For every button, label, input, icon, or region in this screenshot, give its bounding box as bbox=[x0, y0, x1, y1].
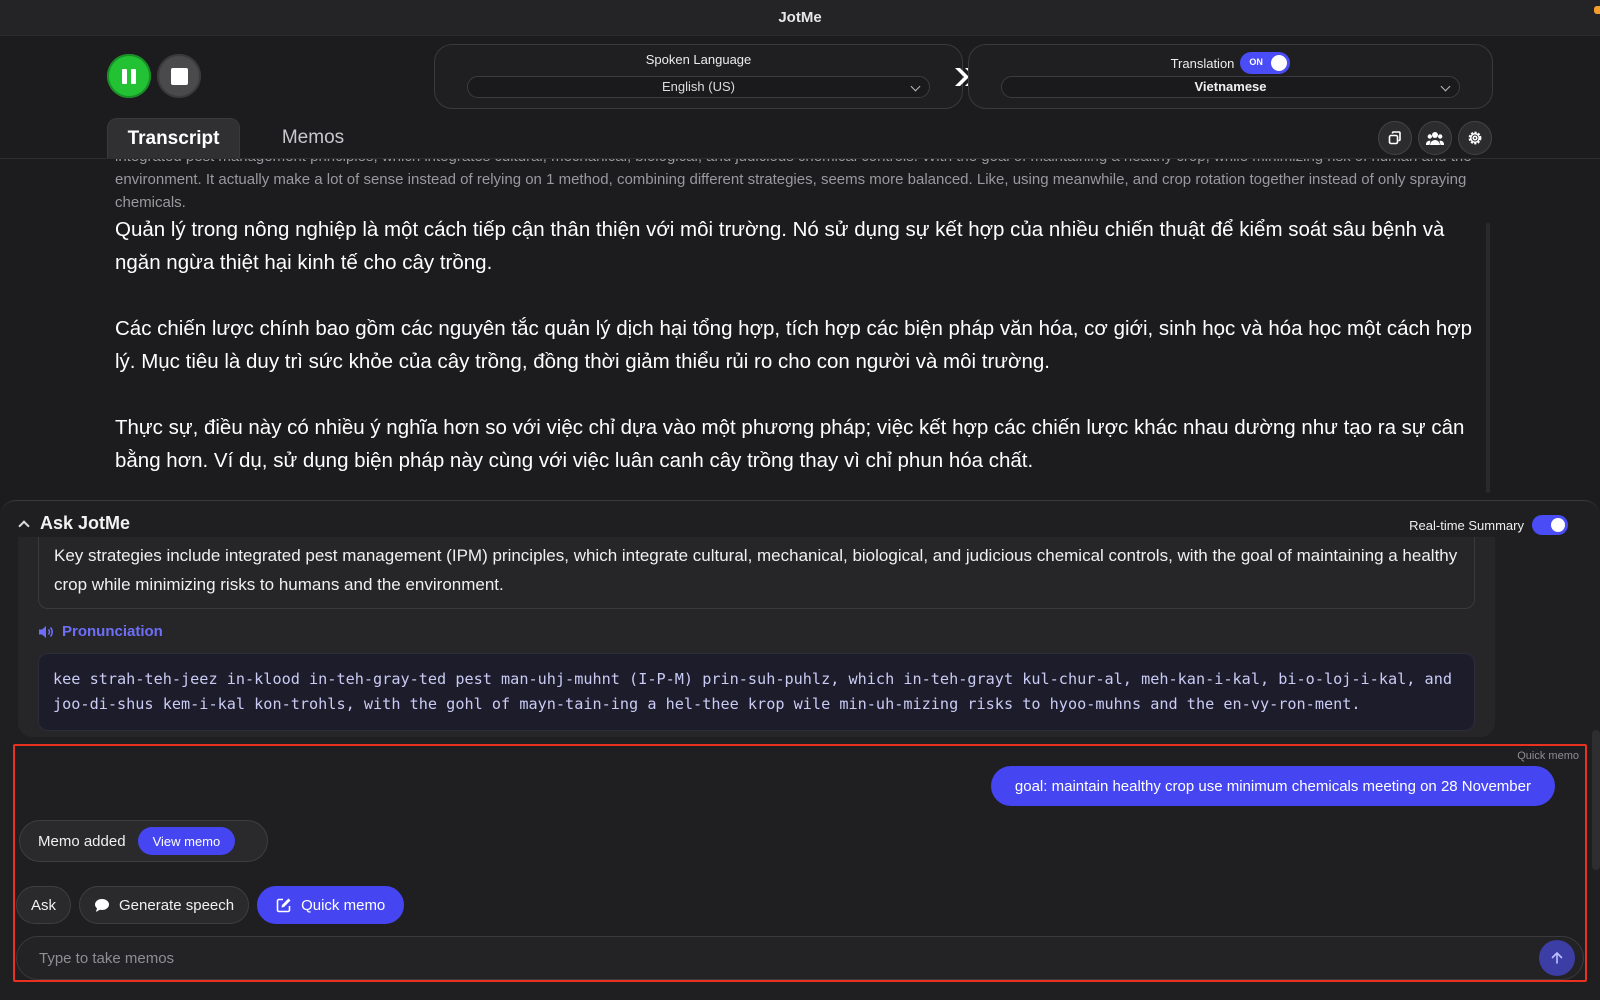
generate-speech-button[interactable]: Generate speech bbox=[79, 886, 250, 924]
send-button[interactable] bbox=[1539, 940, 1575, 976]
app-title: JotMe bbox=[778, 9, 822, 26]
stop-icon bbox=[170, 67, 188, 85]
participants-button[interactable] bbox=[1418, 121, 1452, 155]
memo-input-container bbox=[16, 936, 1584, 980]
chevron-down-icon bbox=[1440, 81, 1451, 92]
translated-paragraph: Thực sự, điều này có nhiều ý nghĩa hơn s… bbox=[115, 416, 1465, 472]
tab-memos[interactable]: Memos bbox=[268, 118, 358, 158]
toggle-knob bbox=[1271, 55, 1288, 71]
translated-transcript: Quản lý trong nông nghiệp là một cách ti… bbox=[115, 213, 1475, 498]
transcript-scrollbar[interactable] bbox=[1486, 223, 1490, 493]
speaker-icon bbox=[39, 625, 53, 638]
tab-transcript[interactable]: Transcript bbox=[107, 118, 240, 158]
toggle-knob bbox=[1551, 518, 1565, 532]
people-icon bbox=[1426, 132, 1444, 145]
arrow-up-icon bbox=[1551, 951, 1563, 964]
generate-speech-label: Generate speech bbox=[119, 896, 235, 914]
translation-language-select[interactable]: Vietnamese bbox=[1001, 76, 1460, 98]
translated-paragraph: Quản lý trong nông nghiệp là một cách ti… bbox=[115, 218, 1445, 274]
quick-memo-bubble: goal: maintain healthy crop use minimum … bbox=[990, 766, 1555, 806]
quick-memo-label: Quick memo bbox=[301, 896, 386, 914]
translation-toggle-state: ON bbox=[1249, 57, 1263, 67]
copy-button[interactable] bbox=[1378, 121, 1412, 155]
transcript-pane: integrated pest management principles, w… bbox=[0, 158, 1600, 498]
ask-jotme-title: Ask JotMe bbox=[40, 513, 131, 533]
translated-paragraph: Các chiến lược chính bao gồm các nguyên … bbox=[115, 317, 1473, 373]
translation-label: Translation bbox=[1170, 55, 1235, 71]
speech-bubble-icon bbox=[95, 898, 110, 912]
quick-memo-area: Quick memo goal: maintain healthy crop u… bbox=[13, 744, 1587, 982]
spoken-language-value: English (US) bbox=[662, 79, 735, 94]
page-scrollbar[interactable] bbox=[1592, 730, 1600, 870]
original-transcript-text: integrated pest management principles, w… bbox=[115, 159, 1472, 211]
spoken-language-panel: Spoken Language English (US) bbox=[434, 44, 963, 109]
pronunciation-label: Pronunciation bbox=[62, 623, 163, 640]
ask-label: Ask bbox=[31, 896, 57, 914]
real-time-summary-label: Real-time Summary bbox=[1409, 517, 1524, 533]
translation-panel: Translation ON Vietnamese bbox=[968, 44, 1493, 109]
title-bar: JotMe bbox=[0, 0, 1600, 36]
quick-memo-button[interactable]: Quick memo bbox=[257, 886, 405, 924]
memo-added-notice: Memo added View memo bbox=[19, 820, 268, 862]
view-memo-button[interactable]: View memo bbox=[137, 827, 236, 855]
pause-icon bbox=[122, 68, 136, 84]
real-time-summary: Real-time Summary bbox=[1409, 515, 1568, 535]
window-indicator bbox=[1594, 6, 1600, 14]
memo-input[interactable] bbox=[17, 937, 1517, 979]
chevron-down-icon bbox=[910, 81, 921, 92]
spoken-language-select[interactable]: English (US) bbox=[467, 76, 930, 98]
edit-icon bbox=[276, 898, 291, 913]
spoken-language-label: Spoken Language bbox=[645, 52, 752, 67]
chevron-up-icon[interactable] bbox=[18, 520, 30, 532]
translation-language-value: Vietnamese bbox=[1194, 79, 1267, 94]
copy-icon bbox=[1388, 131, 1401, 145]
ask-response-area: Key strategies include integrated pest m… bbox=[18, 537, 1495, 737]
quick-memo-caption: Quick memo bbox=[1517, 750, 1579, 762]
stop-button[interactable] bbox=[157, 54, 201, 98]
settings-button[interactable] bbox=[1458, 121, 1492, 155]
pronunciation-header[interactable]: Pronunciation bbox=[38, 623, 163, 640]
ask-button[interactable]: Ask bbox=[16, 886, 72, 924]
memo-actions: Ask Generate speech Quick memo bbox=[16, 886, 405, 924]
gear-icon bbox=[1468, 131, 1482, 145]
memo-added-label: Memo added bbox=[38, 832, 126, 850]
answer-text: Key strategies include integrated pest m… bbox=[38, 537, 1475, 609]
pause-button[interactable] bbox=[107, 54, 151, 98]
pronunciation-text: kee strah-teh-jeez in-klood in-teh-gray-… bbox=[38, 653, 1475, 731]
translation-toggle[interactable]: ON bbox=[1240, 52, 1291, 74]
ask-jotme-header[interactable]: Ask JotMe bbox=[18, 513, 131, 534]
real-time-summary-toggle[interactable] bbox=[1532, 515, 1568, 535]
